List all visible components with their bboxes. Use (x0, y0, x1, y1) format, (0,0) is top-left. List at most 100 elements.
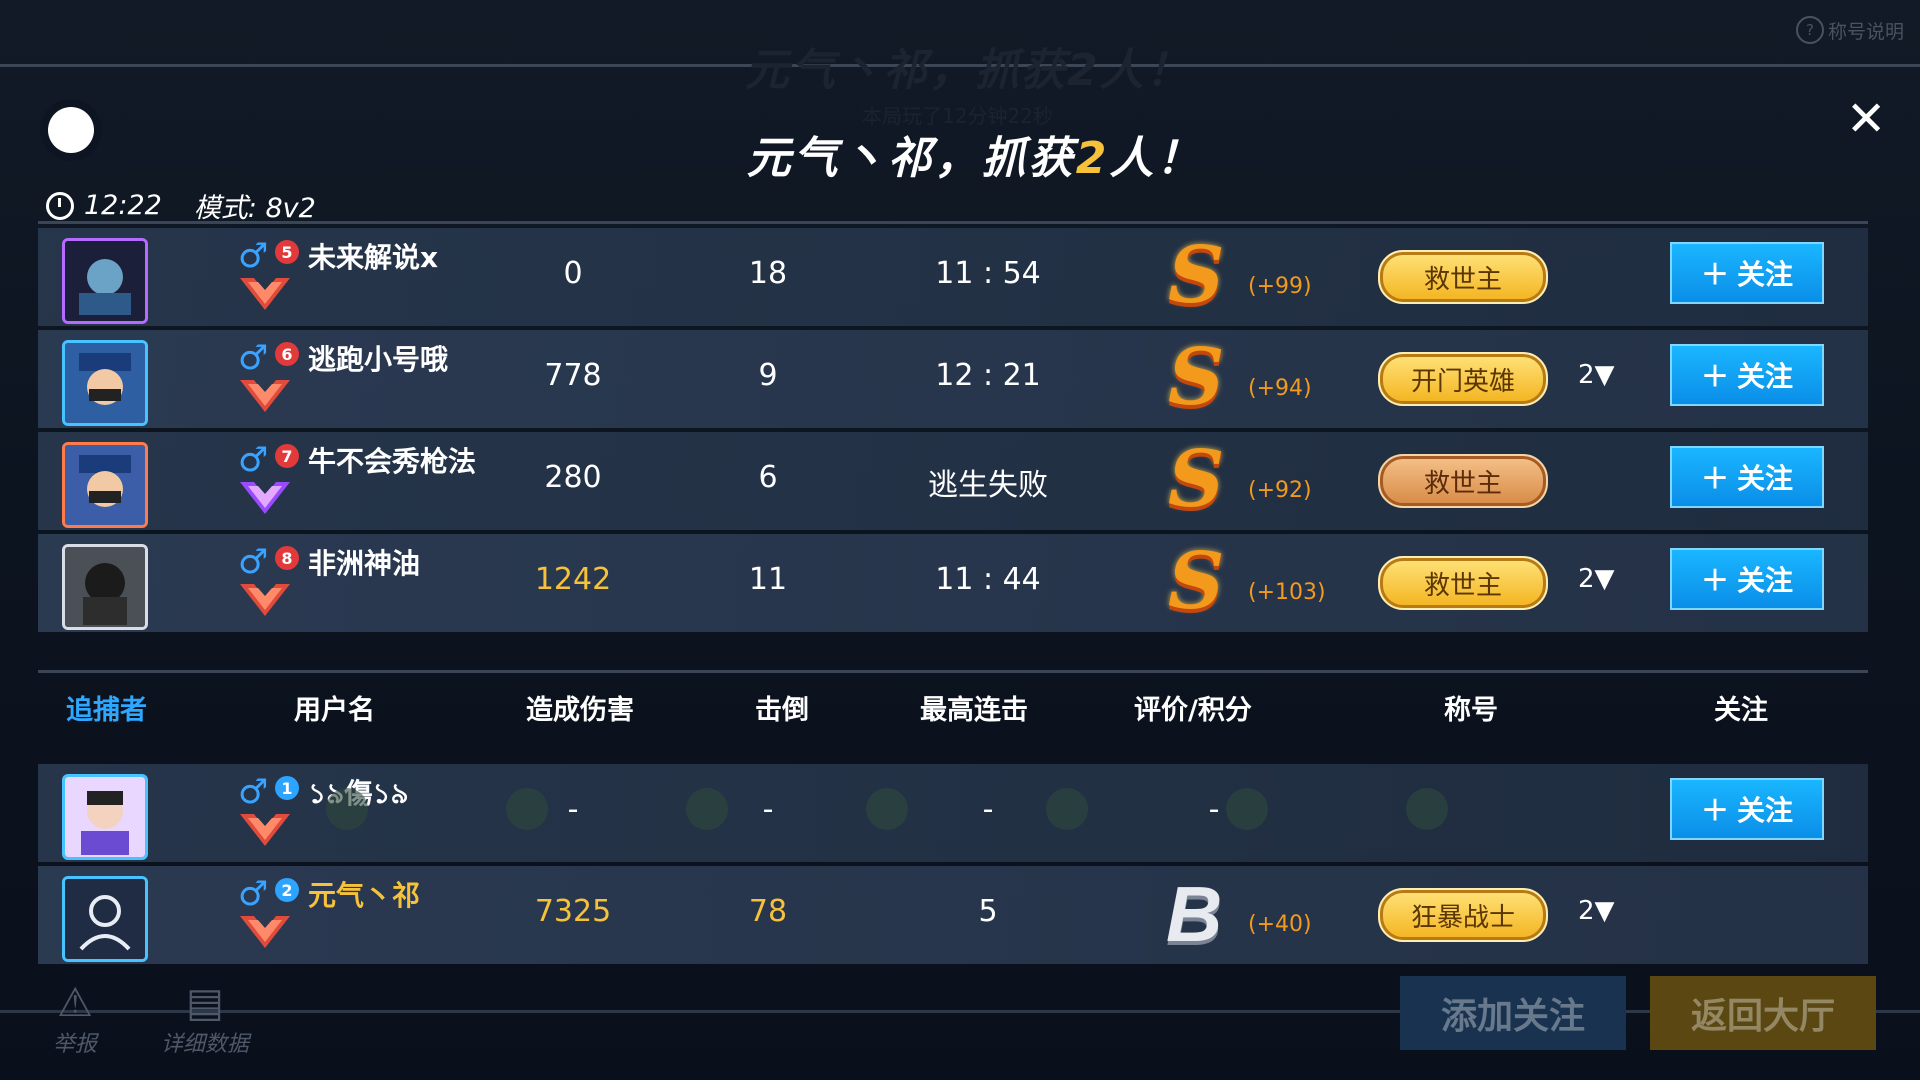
seat-number-badge: 6 (275, 342, 299, 366)
follow-button[interactable]: ＋关注 (1670, 344, 1824, 406)
rank-icon (240, 584, 290, 616)
plus-icon: ＋ (1700, 462, 1729, 495)
damage-value: 1242 (534, 562, 612, 597)
male-icon: ♂ (238, 338, 269, 378)
damage-value: 0 (563, 256, 583, 291)
follow-label: 关注 (1737, 258, 1794, 291)
username: 未来解说x (308, 241, 439, 274)
report-label: 举报 (52, 1032, 97, 1057)
title-help-label: 称号说明 (1827, 20, 1904, 43)
table-row: ♂ 7 牛不会秀枪法 280 6 逃生失败 S (+92) 救世主 ＋关注 (38, 432, 1868, 530)
damage-value: 778 (544, 358, 602, 393)
plus-icon: ＋ (1700, 258, 1729, 291)
avatar[interactable] (62, 876, 148, 962)
col-title: 称号 (1444, 695, 1498, 726)
table-row: ♂ 2 元气丶祁 7325 78 5 B (+40) 狂暴战士 2▼ (38, 866, 1868, 964)
combo-value: 11 : 44 (935, 562, 1041, 597)
title-badge[interactable]: 狂暴战士 (1378, 888, 1548, 942)
grade-points: (+92) (1248, 478, 1312, 503)
table-row: ♂ 6 逃跑小号哦 778 9 12 : 21 S (+94) 开门英雄 2▼ … (38, 330, 1868, 428)
follow-button[interactable]: ＋关注 (1670, 548, 1824, 610)
col-follow: 关注 (1714, 695, 1768, 726)
grade-points: (+99) (1248, 274, 1312, 299)
report-button[interactable]: ⚠ 举报 (40, 980, 110, 1058)
male-icon: ♂ (238, 542, 269, 582)
title-help-link[interactable]: ? 称号说明 (1795, 16, 1904, 44)
ko-value: 6 (758, 460, 778, 495)
avatar[interactable] (62, 238, 148, 324)
avatar[interactable] (62, 340, 148, 426)
plus-icon: ＋ (1700, 564, 1729, 597)
table-row: ♂ 8 非洲神油 1242 11 11 : 44 S (+103) 救世主 2▼… (38, 534, 1868, 632)
title-count-dropdown[interactable]: 2▼ (1578, 896, 1615, 926)
title-badge[interactable]: 救世主 (1378, 454, 1548, 508)
document-icon: ▤ (186, 980, 224, 1026)
seat-number-badge: 5 (275, 240, 299, 264)
ko-value: - (762, 792, 774, 827)
grade-letter: S (1168, 536, 1225, 627)
rank-icon (240, 814, 290, 846)
page-title: 元气丶祁，抓获2人！ (745, 122, 1205, 186)
avatar[interactable] (62, 544, 148, 630)
add-follow-button[interactable]: 添加关注 (1400, 976, 1626, 1050)
avatar[interactable] (62, 774, 148, 860)
seat-number-badge: 8 (275, 546, 299, 570)
avatar[interactable] (62, 442, 148, 528)
match-time: 12:22 (84, 190, 162, 221)
ko-value: 11 (748, 562, 788, 597)
male-icon: ♂ (238, 772, 269, 812)
ko-value: 18 (748, 256, 788, 291)
col-damage: 造成伤害 (526, 695, 634, 726)
plus-icon: ＋ (1700, 794, 1729, 827)
warning-icon: ⚠ (57, 980, 93, 1026)
like-icon[interactable] (1406, 788, 1448, 830)
record-icon[interactable] (48, 107, 94, 153)
bottom-divider (0, 1010, 1920, 1013)
ko-value: 9 (758, 358, 778, 393)
username: 非洲神油 (308, 547, 421, 580)
team-label: 追捕者 (66, 695, 147, 726)
follow-button[interactable]: ＋关注 (1670, 446, 1824, 508)
title-badge[interactable]: 救世主 (1378, 556, 1548, 610)
follow-label: 关注 (1737, 794, 1794, 827)
table-row: ♂ 1 ১৯傷১৯ - - - - ＋关注 (38, 764, 1868, 862)
help-icon: ? (1795, 16, 1824, 44)
background-ghost-title: 元气丶祁，抓获2人！ (745, 45, 1192, 96)
seat-number-badge: 7 (275, 444, 299, 468)
seat-number-badge: 2 (275, 878, 299, 902)
ko-value: 78 (748, 894, 788, 929)
rank-icon (240, 916, 290, 948)
title-suffix: 人！ (1109, 133, 1204, 184)
title-count-dropdown[interactable]: 2▼ (1578, 360, 1615, 390)
like-icon[interactable] (686, 788, 728, 830)
rank-icon (240, 278, 290, 310)
table-top-divider (38, 221, 1868, 224)
follow-button[interactable]: ＋关注 (1670, 242, 1824, 304)
damage-value: 7325 (534, 894, 612, 929)
follow-label: 关注 (1737, 564, 1794, 597)
close-icon[interactable]: ✕ (1846, 95, 1886, 143)
seat-number-badge: 1 (275, 776, 299, 800)
combo-value: - (982, 792, 994, 827)
rank-icon (240, 482, 290, 514)
clock-icon (46, 191, 74, 220)
grade-points: (+94) (1248, 376, 1312, 401)
male-icon: ♂ (238, 440, 269, 480)
like-icon[interactable] (326, 788, 368, 830)
title-count-dropdown[interactable]: 2▼ (1578, 564, 1615, 594)
table-row: ♂ 5 未来解说x 0 18 11 : 54 S (+99) 救世主 ＋关注 (38, 228, 1868, 326)
match-mode: 模式: 8v2 (193, 193, 316, 224)
username: 元气丶祁 (308, 879, 421, 912)
col-grade: 评价/积分 (1134, 695, 1252, 726)
follow-button[interactable]: ＋关注 (1670, 778, 1824, 840)
details-button[interactable]: ▤ 详细数据 (150, 980, 260, 1058)
col-username: 用户名 (294, 695, 375, 726)
grade-placeholder: - (1208, 792, 1220, 827)
male-icon: ♂ (238, 236, 269, 276)
combo-value: 12 : 21 (935, 358, 1041, 393)
title-badge[interactable]: 开门英雄 (1378, 352, 1548, 406)
title-badge[interactable]: 救世主 (1378, 250, 1548, 304)
details-label: 详细数据 (160, 1032, 249, 1057)
col-combo: 最高连击 (920, 695, 1028, 726)
back-to-lobby-button[interactable]: 返回大厅 (1650, 976, 1876, 1050)
